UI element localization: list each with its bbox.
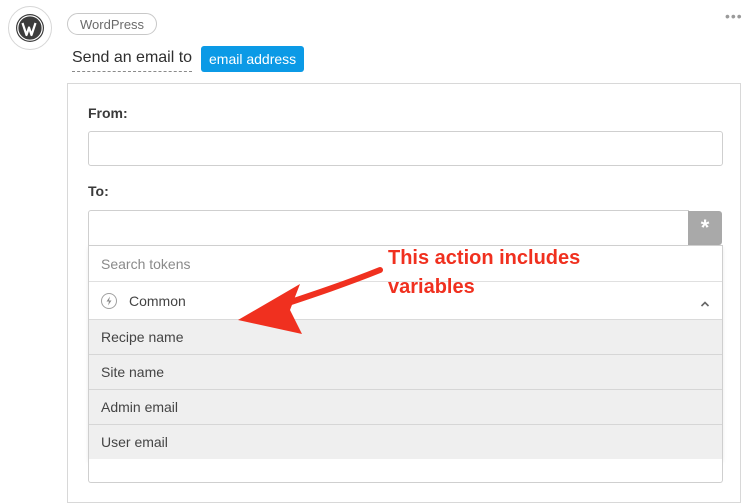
action-sentence[interactable]: Send an email to — [72, 46, 193, 72]
annotation-line-2: variables — [388, 276, 475, 298]
wordpress-logo-icon — [8, 6, 52, 50]
token-group-label: Common — [129, 292, 186, 309]
token-item-site-name[interactable]: Site name — [89, 355, 722, 390]
annotation-callout: This action includes variables — [388, 244, 580, 302]
to-label: To: — [88, 183, 109, 199]
token-item-recipe-name[interactable]: Recipe name — [89, 320, 722, 355]
annotation-line-1: This action includes — [388, 247, 581, 269]
token-picker-button[interactable]: * — [688, 211, 722, 245]
token-item-admin-email[interactable]: Admin email — [89, 390, 722, 425]
to-input[interactable] — [88, 210, 689, 246]
more-options-icon[interactable]: ••• — [725, 9, 743, 23]
integration-badge: WordPress — [67, 13, 158, 35]
annotation-arrow-icon — [238, 267, 383, 334]
body-input-edge — [88, 459, 723, 483]
email-address-field-tag[interactable]: email address — [201, 46, 305, 72]
from-input[interactable] — [88, 131, 723, 166]
from-label: From: — [88, 105, 128, 121]
token-item-user-email[interactable]: User email — [89, 425, 722, 460]
bolt-icon — [101, 292, 117, 309]
chevron-up-icon[interactable] — [700, 295, 710, 311]
